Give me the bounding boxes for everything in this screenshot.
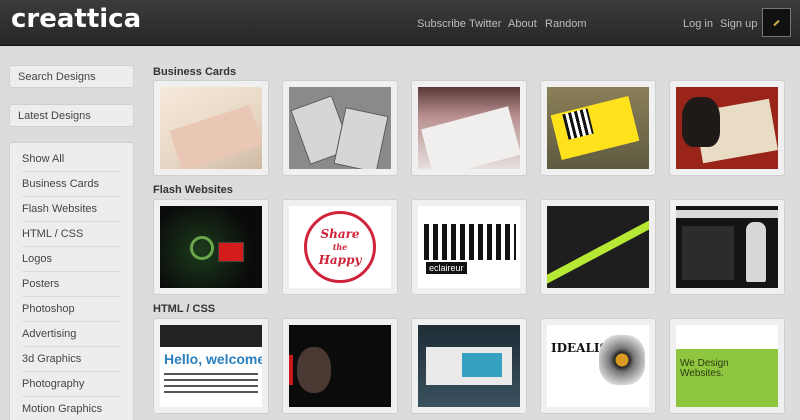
thumbnail-image <box>289 325 391 407</box>
design-thumbnail[interactable] <box>669 80 785 176</box>
signup-link[interactable]: Sign up <box>720 18 757 30</box>
silhouettes-graphic <box>424 224 516 260</box>
thumbnail-image <box>418 325 520 407</box>
login-link[interactable]: Log in <box>683 18 713 30</box>
portrait-graphic <box>682 97 720 147</box>
design-thumbnail[interactable]: IDEALISM <box>540 318 656 414</box>
content-panel-graphic <box>682 226 734 280</box>
card-shape <box>169 105 262 169</box>
design-thumbnail[interactable]: Hello, welcome <box>153 318 269 414</box>
latest-designs-button[interactable]: Latest Designs <box>9 104 134 127</box>
thumbnail-image <box>160 206 262 288</box>
card-shape <box>333 107 389 169</box>
nav-subscribe[interactable]: Subscribe <box>417 18 466 30</box>
avatar-image <box>773 19 780 26</box>
category-photoshop[interactable]: Photoshop <box>22 297 121 322</box>
thumbnail-image: Hello, welcome <box>160 325 262 407</box>
category-photography[interactable]: Photography <box>22 372 121 397</box>
section-title-business-cards: Business Cards <box>153 66 237 78</box>
mockup-image-graphic <box>462 353 502 377</box>
thumbnail-image: IDEALISM <box>547 325 649 407</box>
design-thumbnail[interactable]: Share the Happy <box>282 199 398 295</box>
thumbnail-image <box>418 87 520 169</box>
site-logo[interactable]: creattica <box>11 4 141 34</box>
thumbnail-image: Share the Happy <box>289 206 391 288</box>
eclaireur-label: eclaireur <box>426 262 467 274</box>
design-thumbnail[interactable] <box>153 199 269 295</box>
design-thumbnail[interactable] <box>282 80 398 176</box>
category-advertising[interactable]: Advertising <box>22 322 121 347</box>
top-bar: creattica Subscribe Twitter About Random… <box>0 0 800 46</box>
category-3d-graphics[interactable]: 3d Graphics <box>22 347 121 372</box>
search-designs-button[interactable]: Search Designs <box>9 65 134 88</box>
thumbnail-image <box>676 87 778 169</box>
design-thumbnail[interactable]: eclaireur <box>411 199 527 295</box>
section-title-html-css: HTML / CSS <box>153 303 216 315</box>
stamp-line: Share <box>320 226 360 241</box>
nav-random[interactable]: Random <box>545 18 587 30</box>
portrait-graphic <box>297 347 331 393</box>
category-motion-graphics[interactable]: Motion Graphics <box>22 397 121 420</box>
user-avatar[interactable] <box>762 8 791 37</box>
design-thumbnail[interactable] <box>540 80 656 176</box>
speaker-graphic <box>190 236 214 260</box>
design-thumbnail[interactable] <box>411 80 527 176</box>
hello-welcome-text: Hello, welcome <box>164 351 262 367</box>
design-thumbnail[interactable] <box>669 199 785 295</box>
design-thumbnail[interactable] <box>540 199 656 295</box>
person-graphic <box>746 222 766 282</box>
menu-bar-graphic <box>676 210 778 218</box>
category-flash-websites[interactable]: Flash Websites <box>22 197 121 222</box>
site-header-graphic <box>160 325 262 347</box>
share-the-happy-logo: Share the Happy <box>304 211 376 283</box>
nav-about[interactable]: About <box>508 18 537 30</box>
category-business-cards[interactable]: Business Cards <box>22 172 121 197</box>
nav-twitter[interactable]: Twitter <box>469 18 501 30</box>
thumbnail-image <box>547 87 649 169</box>
category-html-css[interactable]: HTML / CSS <box>22 222 121 247</box>
category-list: Show All Business Cards Flash Websites H… <box>9 142 134 420</box>
body-text-graphic <box>164 373 258 397</box>
thumbnail-image <box>160 87 262 169</box>
category-posters[interactable]: Posters <box>22 272 121 297</box>
red-accent-graphic <box>289 355 293 385</box>
thumbnail-image: We Design Websites. <box>676 325 778 407</box>
design-thumbnail[interactable] <box>282 318 398 414</box>
thumbnail-image <box>547 206 649 288</box>
card-shape <box>550 96 640 160</box>
thumbnail-image <box>289 87 391 169</box>
category-logos[interactable]: Logos <box>22 247 121 272</box>
eagle-eye-graphic <box>599 335 645 385</box>
design-thumbnail[interactable] <box>411 318 527 414</box>
stamp-line: Happy <box>318 252 362 267</box>
stamp-line: the <box>332 241 348 252</box>
design-thumbnail[interactable] <box>153 80 269 176</box>
thumbnail-image: eclaireur <box>418 206 520 288</box>
card-shape <box>421 106 520 169</box>
green-streak-graphic <box>547 215 649 285</box>
thumbnail-image <box>676 206 778 288</box>
category-show-all[interactable]: Show All <box>22 147 121 172</box>
we-design-websites-text: We Design Websites. <box>680 358 729 379</box>
section-title-flash-websites: Flash Websites <box>153 184 233 196</box>
monitor-graphic <box>218 242 244 262</box>
design-thumbnail[interactable]: We Design Websites. <box>669 318 785 414</box>
